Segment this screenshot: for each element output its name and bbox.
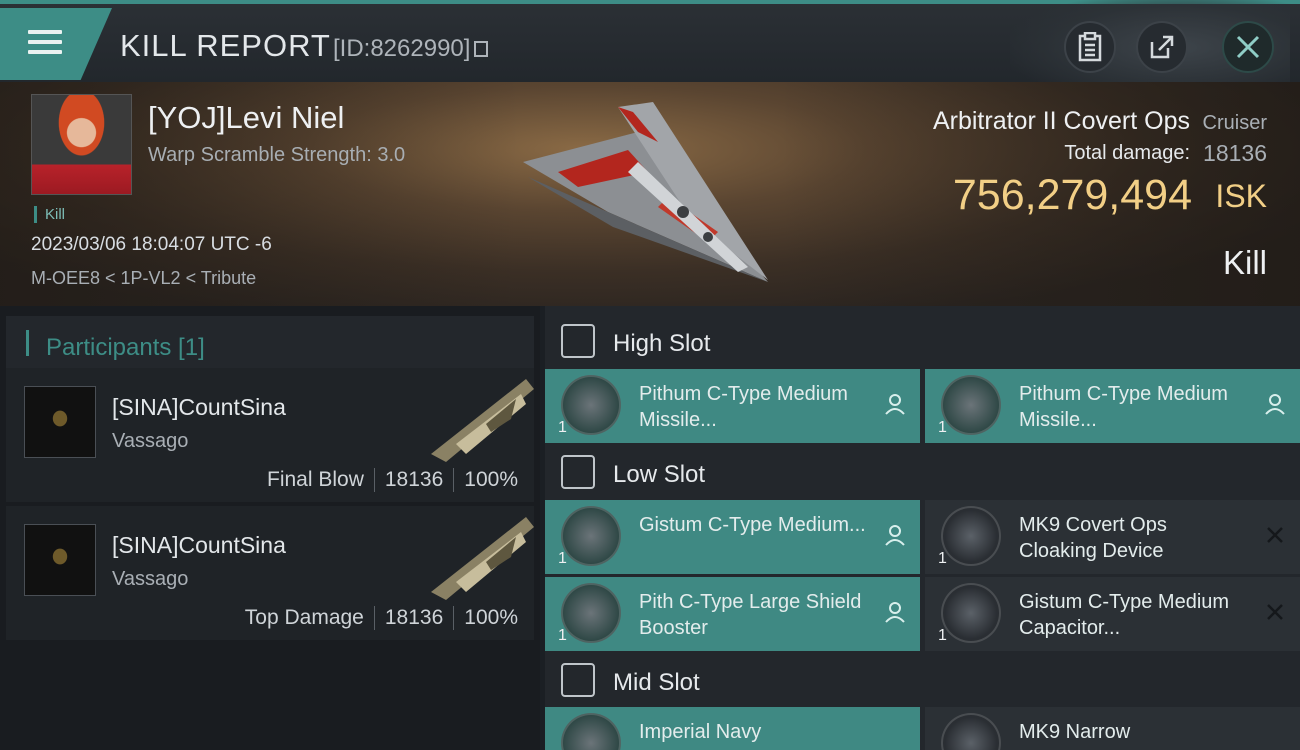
- item-quantity: 1: [558, 627, 567, 644]
- mid-slot-header: Mid Slot: [545, 649, 1300, 709]
- fitting-item[interactable]: 1 Pith C-Type Large Shield Booster: [545, 577, 920, 651]
- participant-role: Final Blow: [267, 468, 364, 491]
- victim-ship-image[interactable]: [518, 102, 773, 287]
- menu-button[interactable]: [0, 8, 112, 80]
- kill-result: Kill: [1222, 244, 1267, 281]
- item-quantity: 1: [938, 419, 947, 436]
- close-icon: [1236, 35, 1260, 59]
- kill-tag: Kill: [34, 206, 65, 223]
- menu-icon: [28, 30, 62, 34]
- capacitor-icon: [941, 583, 1001, 643]
- fitting-panel: High Slot 1 Pithum C-Type Medium Missile…: [545, 306, 1300, 750]
- participant-role: Top Damage: [244, 606, 364, 629]
- copy-icon[interactable]: [474, 41, 489, 57]
- mid-slot-title: Mid Slot: [613, 669, 700, 696]
- participants-title: Participants [1]: [46, 334, 205, 361]
- ship-class: Cruiser: [1202, 112, 1267, 134]
- slot-icon: [561, 663, 595, 697]
- participant-ship-image: [431, 379, 534, 462]
- close-button[interactable]: [1222, 21, 1274, 73]
- item-name: Pithum C-Type Medium Missile...: [1019, 383, 1228, 431]
- pilot-icon: [885, 394, 905, 415]
- isk-value: 756,279,494: [952, 171, 1192, 219]
- fitting-item[interactable]: 1 MK9 Covert Ops Cloaking Device: [925, 500, 1300, 574]
- participant-ship-image: [431, 517, 534, 600]
- high-slot-header: High Slot: [545, 310, 1300, 370]
- kill-datetime: 2023/03/06 18:04:07 UTC -6: [31, 234, 272, 255]
- pilot-icon: [885, 602, 905, 623]
- total-damage-label: Total damage:: [1064, 142, 1190, 164]
- victim-name[interactable]: [YOJ]Levi Niel: [148, 100, 344, 136]
- pilot-icon: [885, 525, 905, 546]
- item-quantity: 1: [938, 627, 947, 644]
- participant-row[interactable]: [SINA]CountSina Vassago Final Blow 18136…: [6, 368, 534, 502]
- item-name: Pith C-Type Large Shield Booster: [639, 591, 862, 639]
- launcher-icon: [561, 375, 621, 435]
- share-icon: [1150, 35, 1174, 59]
- item-quantity: 1: [558, 419, 567, 436]
- ship-name[interactable]: Arbitrator II Covert Ops: [933, 107, 1190, 136]
- fitting-item[interactable]: 1 Pithum C-Type Medium Missile...: [545, 369, 920, 443]
- module-icon: [941, 713, 1001, 750]
- report-id-text: [ID:8262990]: [333, 35, 471, 62]
- item-name: Gistum C-Type Medium Capacitor...: [1019, 591, 1230, 639]
- fitting-item[interactable]: 1 Gistum C-Type Medium...: [545, 500, 920, 574]
- item-name: Gistum C-Type Medium...: [639, 514, 866, 536]
- low-slot-title: Low Slot: [613, 461, 706, 488]
- pilot-icon: [1265, 394, 1285, 415]
- victim-panel: [YOJ]Levi Niel Warp Scramble Strength: 3…: [0, 82, 1300, 306]
- participant-stats: Top Damage 18136 100%: [235, 606, 528, 630]
- participant-row[interactable]: [SINA]CountSina Vassago Top Damage 18136…: [6, 506, 534, 640]
- participant-damage: 18136: [384, 468, 444, 491]
- accent-bar: [26, 330, 29, 356]
- item-name: MK9 Narrow: [1019, 721, 1131, 743]
- victim-portrait[interactable]: [31, 94, 132, 195]
- kill-location[interactable]: M-OEE8 < 1P-VL2 < Tribute: [31, 268, 256, 289]
- module-icon: [561, 506, 621, 566]
- x-icon: [1267, 604, 1283, 620]
- participants-panel: Participants [1] [SINA]CountSina Vassago…: [0, 306, 540, 750]
- shield-icon: [561, 583, 621, 643]
- participant-percent: 100%: [464, 468, 518, 491]
- participant-avatar[interactable]: [24, 524, 96, 596]
- participant-name: [SINA]CountSina: [112, 532, 286, 558]
- report-id: [ID:8262990]: [333, 35, 489, 63]
- cloak-icon: [941, 506, 1001, 566]
- share-button[interactable]: [1136, 21, 1188, 73]
- participant-avatar[interactable]: [24, 386, 96, 458]
- total-damage-value: 18136: [1203, 140, 1267, 166]
- page-title: KILL REPORT: [120, 28, 331, 63]
- participants-header: Participants [1]: [6, 316, 534, 370]
- clipboard-button[interactable]: [1064, 21, 1116, 73]
- fitting-item[interactable]: 1 Gistum C-Type Medium Capacitor...: [925, 577, 1300, 651]
- low-slot-header: Low Slot: [545, 441, 1300, 501]
- module-icon: [561, 713, 621, 750]
- fitting-item[interactable]: 1 Imperial Navy: [545, 707, 920, 750]
- x-icon: [1267, 527, 1283, 543]
- item-quantity: 1: [938, 550, 947, 567]
- warp-scramble-strength: Warp Scramble Strength: 3.0: [148, 144, 406, 166]
- participant-stats: Final Blow 18136 100%: [257, 468, 528, 492]
- participant-ship: Vassago: [112, 430, 189, 452]
- item-name: MK9 Covert Ops Cloaking Device: [1019, 514, 1167, 562]
- participant-ship: Vassago: [112, 568, 189, 590]
- fitting-item[interactable]: 1 MK9 Narrow: [925, 707, 1300, 750]
- participant-percent: 100%: [464, 606, 518, 629]
- high-slot-title: High Slot: [613, 330, 711, 357]
- isk-unit: ISK: [1215, 178, 1267, 214]
- participant-name: [SINA]CountSina: [112, 394, 286, 420]
- item-name: Pithum C-Type Medium Missile...: [639, 383, 848, 431]
- item-name: Imperial Navy: [639, 721, 762, 743]
- launcher-icon: [941, 375, 1001, 435]
- participant-damage: 18136: [384, 606, 444, 629]
- top-bar: KILL REPORT [ID:8262990]: [0, 0, 1300, 84]
- slot-icon: [561, 324, 595, 358]
- fitting-item[interactable]: 1 Pithum C-Type Medium Missile...: [925, 369, 1300, 443]
- item-quantity: 1: [558, 550, 567, 567]
- slot-icon: [561, 455, 595, 489]
- clipboard-icon: [1078, 32, 1102, 62]
